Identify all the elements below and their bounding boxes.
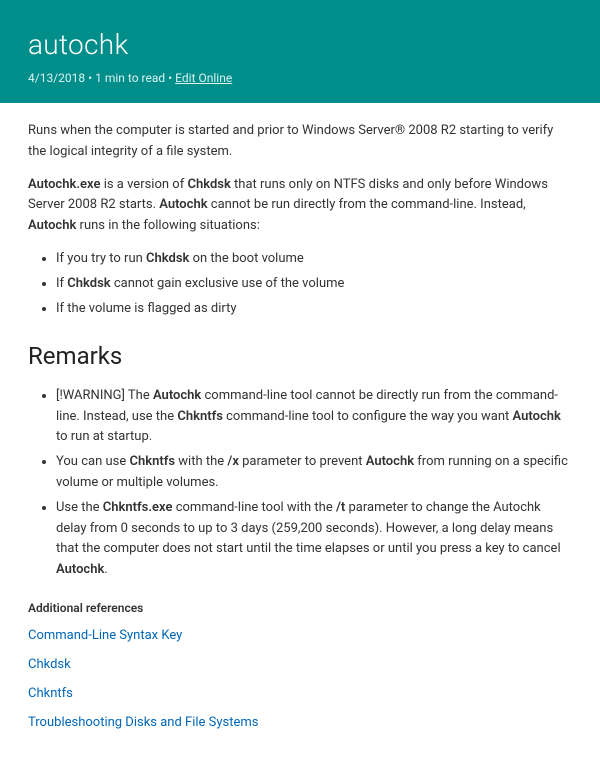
ref-link-chkdsk[interactable]: Chkdsk — [28, 655, 572, 676]
term-chkdsk: Chkdsk — [67, 276, 110, 291]
doc-body: Runs when the computer is started and pr… — [0, 103, 600, 769]
list-item: Use the Chkntfs.exe command-line tool wi… — [56, 498, 572, 581]
remarks-list: [!WARNING] The Autochk command-line tool… — [28, 386, 572, 581]
edit-online-link[interactable]: Edit Online — [175, 71, 232, 85]
term-chkntfs: Chkntfs — [129, 454, 175, 469]
ref-link-troubleshooting[interactable]: Troubleshooting Disks and File Systems — [28, 713, 572, 734]
term-chkntfs-exe: Chkntfs.exe — [103, 500, 173, 515]
term-chkdsk: Chkdsk — [146, 251, 189, 266]
intro-paragraph-1: Runs when the computer is started and pr… — [28, 121, 572, 163]
additional-references-heading: Additional references — [28, 599, 572, 618]
param-t: /t — [336, 500, 345, 515]
ref-link-syntax-key[interactable]: Command-Line Syntax Key — [28, 626, 572, 647]
term-autochk: Autochk — [513, 409, 561, 424]
list-item: If you try to run Chkdsk on the boot vol… — [56, 249, 572, 270]
list-item: You can use Chkntfs with the /x paramete… — [56, 452, 572, 494]
param-x: /x — [227, 454, 239, 469]
term-chkdsk: Chkdsk — [187, 177, 230, 192]
intro-paragraph-2: Autochk.exe is a version of Chkdsk that … — [28, 175, 572, 237]
list-item: If Chkdsk cannot gain exclusive use of t… — [56, 274, 572, 295]
term-autochk-exe: Autochk.exe — [28, 177, 100, 192]
doc-meta: 4/13/2018 • 1 min to read • Edit Online — [28, 71, 572, 85]
ref-link-chkntfs[interactable]: Chkntfs — [28, 684, 572, 705]
doc-readtime: 1 min to read — [95, 71, 165, 85]
term-autochk: Autochk — [159, 197, 207, 212]
situations-list: If you try to run Chkdsk on the boot vol… — [28, 249, 572, 319]
term-autochk: Autochk — [56, 562, 104, 577]
term-autochk: Autochk — [153, 388, 201, 403]
doc-date: 4/13/2018 — [28, 71, 85, 85]
term-autochk: Autochk — [28, 218, 76, 233]
term-autochk: Autochk — [366, 454, 414, 469]
doc-header: autochk 4/13/2018 • 1 min to read • Edit… — [0, 0, 600, 103]
list-item: If the volume is flagged as dirty — [56, 299, 572, 320]
remarks-heading: Remarks — [28, 337, 572, 375]
list-item: [!WARNING] The Autochk command-line tool… — [56, 386, 572, 448]
term-chkntfs: Chkntfs — [177, 409, 223, 424]
doc-title: autochk — [28, 28, 572, 61]
